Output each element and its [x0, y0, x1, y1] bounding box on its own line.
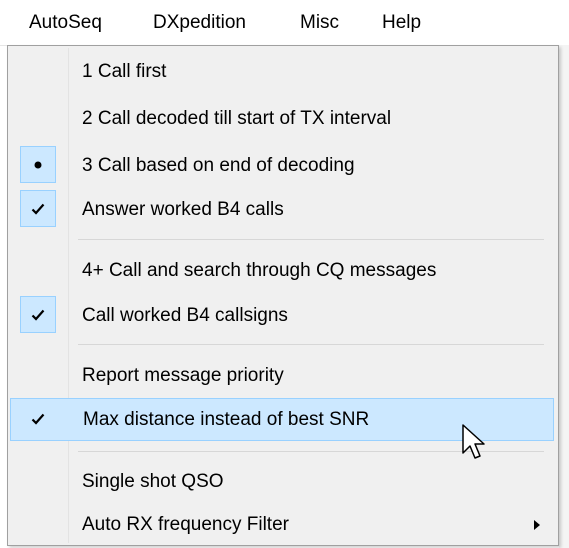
menu-item-label: Single shot QSO	[82, 471, 224, 492]
radio-dot-icon	[20, 146, 56, 183]
menu-item-single-shot-qso[interactable]: Single shot QSO	[10, 460, 554, 503]
mouse-cursor-icon	[462, 424, 485, 459]
submenu-arrow-icon	[534, 520, 540, 530]
menu-misc[interactable]: Misc	[298, 0, 341, 45]
menu-help[interactable]: Help	[380, 0, 423, 45]
menu-autoseq[interactable]: AutoSeq	[27, 0, 104, 45]
menu-item-label: 3 Call based on end of decoding	[82, 155, 355, 176]
menu-item-label: Answer worked B4 calls	[82, 199, 284, 220]
menu-item-call-decoded-till-tx[interactable]: 2 Call decoded till start of TX interval	[10, 97, 554, 140]
menu-item-label: Call worked B4 callsigns	[82, 305, 288, 326]
menu-bar: AutoSeq DXpedition Misc Help	[0, 0, 569, 46]
menu-item-label: 4+ Call and search through CQ messages	[82, 260, 437, 281]
checkmark-icon	[20, 296, 56, 333]
menu-item-label: 1 Call first	[82, 61, 167, 82]
autoseq-dropdown-menu: 1 Call first 2 Call decoded till start o…	[7, 45, 559, 546]
menu-item-label: Auto RX frequency Filter	[82, 514, 289, 535]
menu-item-call-first[interactable]: 1 Call first	[10, 50, 554, 93]
menu-item-call-search-cq[interactable]: 4+ Call and search through CQ messages	[10, 249, 554, 292]
background-window-edge	[559, 45, 569, 548]
menu-item-call-worked-b4-callsigns[interactable]: Call worked B4 callsigns	[10, 294, 554, 337]
menu-item-label: 2 Call decoded till start of TX interval	[82, 108, 392, 129]
menu-item-label: Max distance instead of best SNR	[83, 409, 370, 430]
menu-item-call-end-of-decoding[interactable]: 3 Call based on end of decoding	[10, 144, 554, 187]
menu-dxpedition[interactable]: DXpedition	[151, 0, 248, 45]
menu-separator	[78, 239, 544, 240]
checkmark-icon	[20, 190, 56, 227]
menu-item-report-message-priority[interactable]: Report message priority	[10, 354, 554, 397]
checkmark-icon	[20, 400, 56, 437]
menu-item-auto-rx-frequency-filter[interactable]: Auto RX frequency Filter	[10, 503, 554, 546]
menu-separator	[78, 344, 544, 345]
menu-item-label: Report message priority	[82, 365, 284, 386]
menu-item-answer-worked-b4[interactable]: Answer worked B4 calls	[10, 188, 554, 231]
